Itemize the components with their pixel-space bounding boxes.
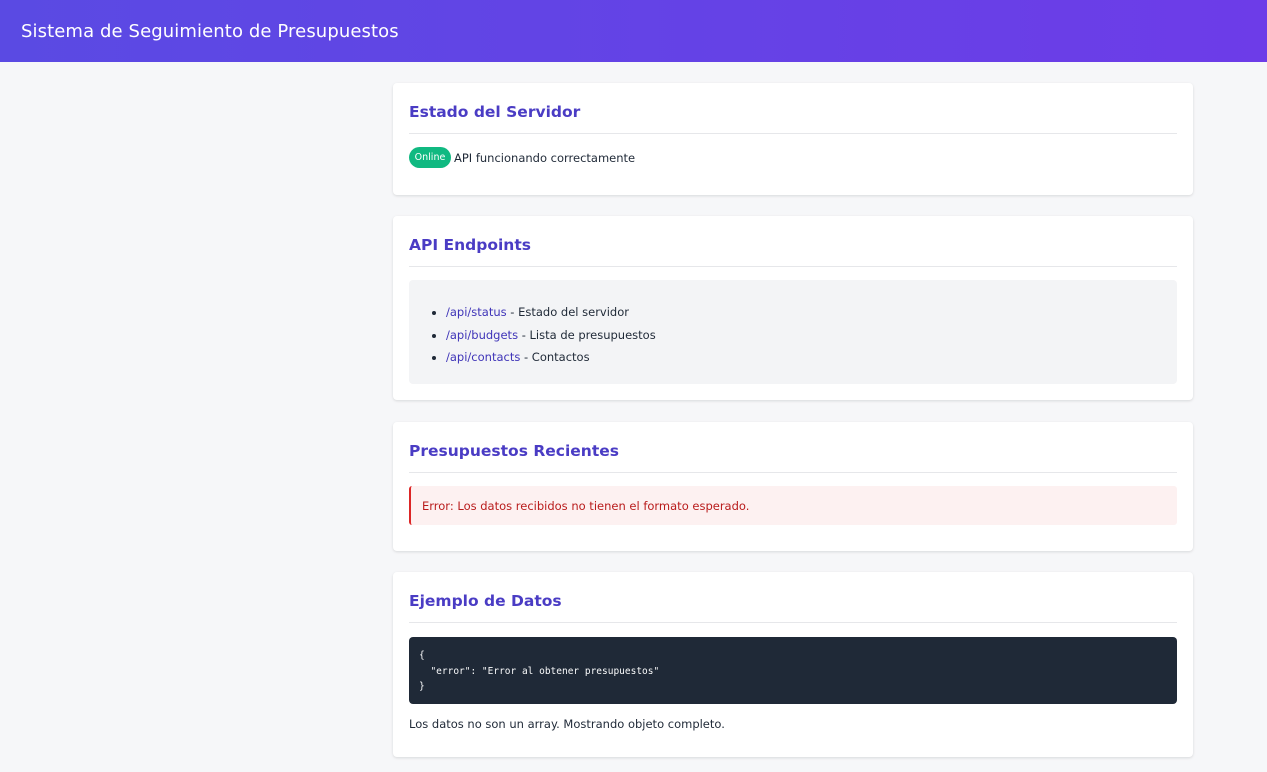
- endpoint-link-contacts[interactable]: /api/contacts: [446, 350, 520, 364]
- recent-budgets-title: Presupuestos Recientes: [409, 422, 1177, 473]
- endpoint-description-contacts: - Contactos: [520, 350, 590, 364]
- api-endpoints-title: API Endpoints: [409, 216, 1177, 267]
- json-code-block: { "error": "Error al obtener presupuesto…: [409, 637, 1177, 704]
- data-example-title: Ejemplo de Datos: [409, 572, 1177, 623]
- app-title: Sistema de Seguimiento de Presupuestos: [21, 20, 399, 42]
- endpoint-description-budgets: - Lista de presupuestos: [518, 327, 656, 342]
- error-alert: Error: Los datos recibidos no tienen el …: [409, 486, 1177, 525]
- endpoint-item-contacts: /api/contacts - Contactos: [446, 346, 1161, 369]
- recent-budgets-card: Presupuestos Recientes Error: Los datos …: [393, 422, 1193, 551]
- server-status-row: Online API funcionando correctamente: [409, 147, 1177, 168]
- api-endpoints-card: API Endpoints /api/status - Estado del s…: [393, 216, 1193, 400]
- endpoint-description-status: - Estado del servidor: [506, 305, 629, 319]
- app-header: Sistema de Seguimiento de Presupuestos: [0, 0, 1267, 62]
- server-status-title: Estado del Servidor: [409, 83, 1177, 134]
- endpoints-list: /api/status - Estado del servidor /api/b…: [446, 301, 1161, 369]
- data-example-card: Ejemplo de Datos { "error": "Error al ob…: [393, 572, 1193, 757]
- endpoint-item-budgets: /api/budgets - Lista de presupuestos: [446, 324, 1161, 347]
- data-example-note: Los datos no son un array. Mostrando obj…: [409, 717, 725, 731]
- endpoint-item-status: /api/status - Estado del servidor: [446, 301, 1161, 324]
- status-badge: Online: [409, 147, 451, 168]
- server-status-message: API funcionando correctamente: [454, 150, 636, 165]
- server-status-card: Estado del Servidor Online API funcionan…: [393, 83, 1193, 195]
- endpoints-list-box: /api/status - Estado del servidor /api/b…: [409, 280, 1177, 384]
- endpoint-link-budgets[interactable]: /api/budgets: [446, 328, 518, 342]
- endpoint-link-status[interactable]: /api/status: [446, 305, 507, 319]
